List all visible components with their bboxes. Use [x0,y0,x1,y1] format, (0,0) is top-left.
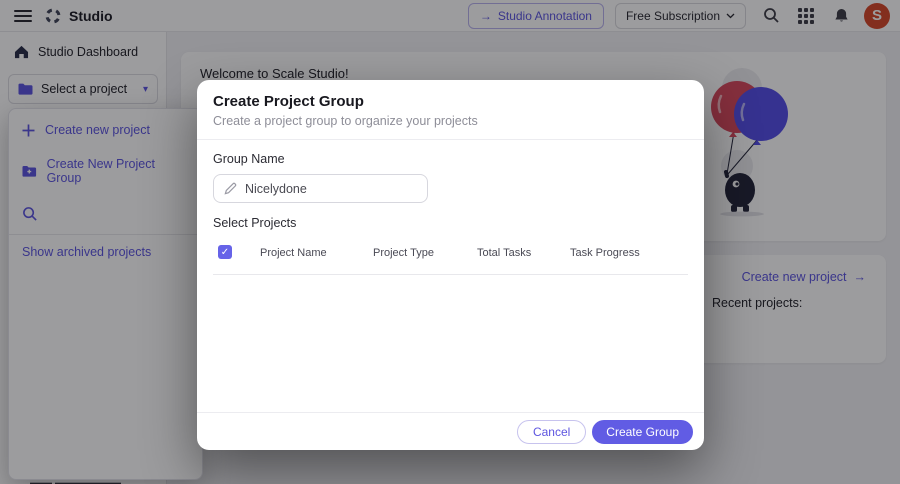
modal-footer: Cancel Create Group [197,412,704,450]
column-header-task-progress: Task Progress [570,247,640,259]
checkmark-icon: ✓ [220,246,230,258]
pencil-icon [224,182,237,195]
modal-subtitle: Create a project group to organize your … [213,114,478,128]
projects-table-header: ✓ Project Name Project Type Total Tasks … [213,243,688,265]
modal-title: Create Project Group [213,93,364,110]
group-name-input[interactable]: Nicelydone [213,174,428,203]
group-name-value: Nicelydone [245,181,307,196]
select-all-checkbox[interactable]: ✓ [218,245,232,259]
cancel-button[interactable]: Cancel [516,419,587,444]
modal-body: Group Name Nicelydone Select Projects ✓ … [197,140,704,275]
create-project-group-modal: Create Project Group Create a project gr… [197,80,704,450]
table-divider [213,274,688,275]
select-projects-label: Select Projects [213,216,297,230]
group-name-label: Group Name [213,152,285,166]
column-header-project-type: Project Type [373,247,434,259]
column-header-project-name: Project Name [260,247,327,259]
create-group-button[interactable]: Create Group [592,419,693,444]
modal-header: Create Project Group Create a project gr… [197,80,704,140]
column-header-total-tasks: Total Tasks [477,247,532,259]
